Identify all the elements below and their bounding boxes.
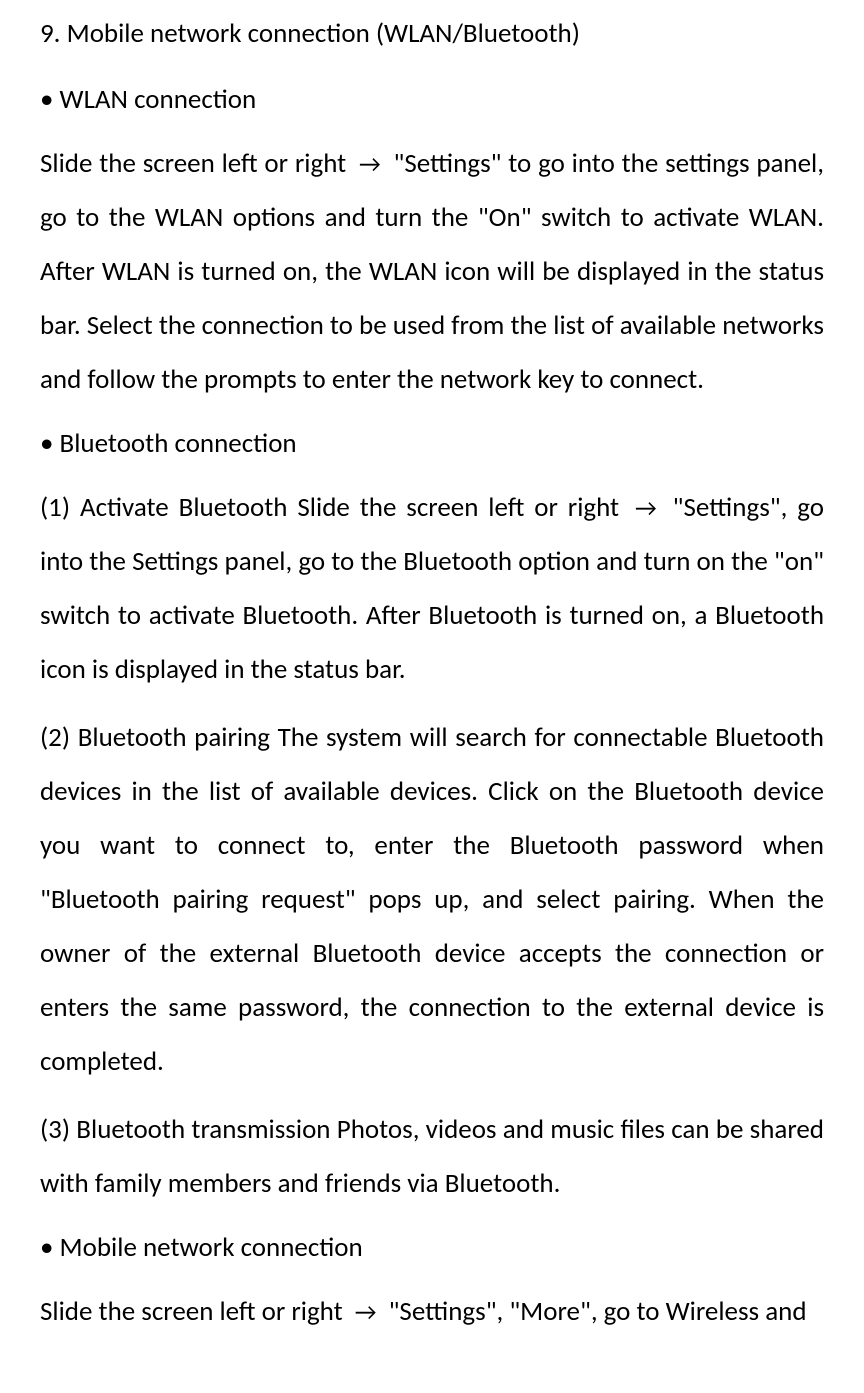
section-heading: 9. Mobile network connection (WLAN/Bluet… [40, 12, 824, 55]
bullet-bluetooth: • Bluetooth connection [40, 421, 824, 467]
paragraph-bt3: (3) Bluetooth transmission Photos, video… [40, 1103, 824, 1211]
arrow-icon: → [349, 1298, 383, 1327]
wlan-text-2: "Settings" to go into the settings panel… [40, 147, 824, 396]
wlan-text-1: Slide the screen left or right [40, 147, 353, 180]
bt1-text-1: (1) Activate Bluetooth Slide the screen … [40, 491, 629, 524]
paragraph-bt1: (1) Activate Bluetooth Slide the screen … [40, 481, 824, 697]
mobile-text-2: "Settings", "More", go to Wireless and [383, 1295, 807, 1328]
paragraph-mobile: Slide the screen left or right → "Settin… [40, 1285, 824, 1339]
mobile-text-1: Slide the screen left or right [40, 1295, 349, 1328]
paragraph-wlan: Slide the screen left or right → "Settin… [40, 137, 824, 407]
arrow-icon: → [629, 494, 663, 523]
bullet-wlan: • WLAN connection [40, 77, 824, 123]
arrow-icon: → [353, 150, 387, 179]
paragraph-bt2: (2) Bluetooth pairing The system will se… [40, 711, 824, 1089]
bullet-mobile: • Mobile network connection [40, 1225, 824, 1271]
